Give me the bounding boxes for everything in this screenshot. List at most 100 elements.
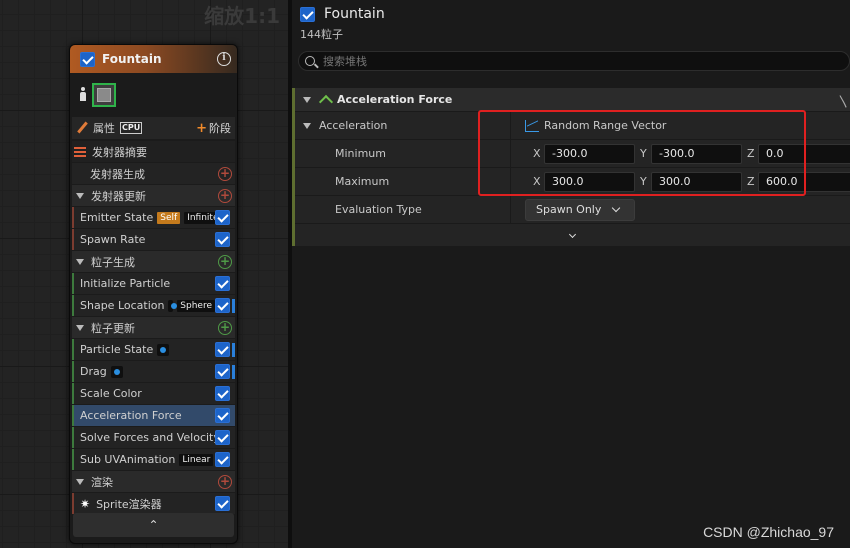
- emitter-thumbnail[interactable]: [92, 83, 116, 107]
- evaluation-type-row: Evaluation Type Spawn Only: [295, 196, 850, 224]
- maximum-z-field[interactable]: [758, 171, 850, 192]
- stage-label: 阶段: [209, 122, 231, 135]
- add-stage-button[interactable]: + 阶段: [196, 120, 231, 136]
- emitter-node[interactable]: Fountain i 属性 CPU + 阶段 发射器摘要 发射器生成 + 发射器更新 + E…: [69, 44, 238, 544]
- module-status-bar: [232, 342, 235, 357]
- expand-triangle-icon[interactable]: [303, 122, 311, 129]
- script-indicator-icon: [157, 343, 170, 356]
- module-sub-uvanimation[interactable]: Sub UVAnimation Linear: [72, 449, 235, 470]
- collapse-node-button[interactable]: ⌃: [73, 513, 234, 537]
- y-axis-label: Y: [640, 175, 647, 188]
- chevron-down-icon: [612, 203, 621, 213]
- stack-group-2[interactable]: 发射器更新 +: [72, 185, 235, 206]
- stack-row-label: 发射器摘要: [92, 145, 147, 159]
- emitter-node-header[interactable]: Fountain i: [70, 45, 237, 73]
- module-status-bar: [232, 453, 235, 467]
- module-enable-checkbox[interactable]: [215, 276, 230, 291]
- minimum-z-field[interactable]: [758, 143, 850, 164]
- add-module-icon[interactable]: +: [218, 188, 232, 203]
- stack-group-1[interactable]: 发射器生成 +: [72, 163, 235, 184]
- module-enable-checkbox[interactable]: [215, 386, 230, 401]
- collapse-triangle-icon[interactable]: [76, 324, 84, 331]
- stack-search-box[interactable]: [298, 51, 850, 71]
- module-acceleration-force[interactable]: Acceleration Force: [72, 405, 235, 426]
- stack-row-label: Drag: [80, 365, 107, 378]
- add-module-icon[interactable]: +: [218, 254, 232, 269]
- script-indicator-icon: [110, 365, 123, 378]
- module-enable-checkbox[interactable]: [215, 452, 230, 467]
- evaluation-type-label: Evaluation Type: [335, 203, 422, 216]
- collapse-triangle-icon[interactable]: [303, 96, 311, 103]
- module-particle-state[interactable]: Particle State: [72, 339, 235, 360]
- add-module-icon[interactable]: +: [218, 320, 232, 335]
- acceleration-label: Acceleration: [319, 119, 388, 132]
- module-shape-location[interactable]: Shape Location Sphere: [72, 295, 235, 316]
- dynamic-input-icon: [525, 119, 539, 132]
- emitter-enable-checkbox[interactable]: [80, 51, 95, 67]
- acceleration-row[interactable]: Acceleration Random Range Vector: [295, 112, 850, 140]
- collapse-triangle-icon[interactable]: [76, 478, 84, 485]
- module-section-title: Acceleration Force: [337, 93, 453, 106]
- module-enable-checkbox[interactable]: [215, 342, 230, 357]
- stack-rows: 发射器摘要发射器生成 + 发射器更新 + Emitter State Self Infini…: [72, 141, 235, 514]
- module-solve-forces-and-velocity[interactable]: Solve Forces and Velocity: [72, 427, 235, 448]
- stack-row-label: Emitter State: [80, 211, 154, 224]
- stack-group-8[interactable]: 粒子更新 +: [72, 317, 235, 338]
- emitter-stack: 属性 CPU + 阶段 发射器摘要 发射器生成 + 发射器更新 + Emitter Stat…: [70, 117, 237, 514]
- add-module-icon[interactable]: +: [218, 166, 232, 181]
- sprite-renderer-icon: ✷: [80, 496, 91, 511]
- stack-group-15[interactable]: 渲染 +: [72, 471, 235, 492]
- collapse-triangle-icon[interactable]: [76, 258, 84, 265]
- maximum-x-field[interactable]: [544, 171, 635, 192]
- script-indicator-icon: [168, 299, 178, 312]
- list-icon: [74, 146, 86, 157]
- module-enable-checkbox[interactable]: [215, 232, 230, 247]
- minimum-label: Minimum: [335, 147, 386, 160]
- person-icon[interactable]: [78, 87, 88, 103]
- module-spawn-rate[interactable]: Spawn Rate: [72, 229, 235, 250]
- module-emitter-state[interactable]: Emitter StateSelfInfinite: [72, 207, 235, 228]
- x-axis-label: X: [533, 147, 541, 160]
- module-enable-checkbox[interactable]: [215, 364, 230, 379]
- info-icon[interactable]: i: [217, 52, 231, 66]
- details-enable-checkbox[interactable]: [300, 6, 315, 22]
- add-module-icon[interactable]: +: [218, 474, 232, 489]
- module-drag[interactable]: Drag: [72, 361, 235, 382]
- show-advanced-row[interactable]: [295, 224, 850, 244]
- module-enable-checkbox[interactable]: [215, 210, 230, 225]
- module-scale-color[interactable]: Scale Color: [72, 383, 235, 404]
- stack-group-5[interactable]: 粒子生成 +: [72, 251, 235, 272]
- module-enable-checkbox[interactable]: [215, 430, 230, 445]
- stack-search-input[interactable]: [323, 54, 723, 68]
- module-enable-checkbox[interactable]: [215, 408, 230, 423]
- module-status-bar: [232, 409, 235, 423]
- watermark: CSDN @Zhichao_97: [703, 524, 834, 540]
- module-enable-checkbox[interactable]: [215, 298, 230, 313]
- z-axis-label: Z: [747, 147, 755, 160]
- collapse-triangle-icon[interactable]: [76, 192, 84, 199]
- properties-row[interactable]: 属性 CPU + 阶段: [72, 117, 235, 139]
- x-axis-label: X: [533, 175, 541, 188]
- selection-details-panel: Fountain 144粒子 Acceleration Force 〵 Acce…: [292, 0, 850, 548]
- particle-count: 144粒子: [300, 28, 343, 41]
- module-status-bar: [232, 233, 235, 247]
- chevron-down-icon[interactable]: [568, 230, 577, 238]
- emitter-thumbnails: [70, 73, 237, 117]
- module-enable-checkbox[interactable]: [215, 496, 230, 511]
- stack-row-label: Initialize Particle: [80, 277, 171, 290]
- minimum-y-field[interactable]: [651, 143, 742, 164]
- minimum-x-field[interactable]: [544, 143, 635, 164]
- acceleration-mode-selector[interactable]: Random Range Vector: [525, 119, 666, 132]
- properties-label: 属性: [93, 122, 115, 135]
- maximum-y-field[interactable]: [651, 171, 742, 192]
- module-sprite[interactable]: ✷ Sprite渲染器: [72, 493, 235, 514]
- evaluation-type-value: Spawn Only: [536, 203, 602, 216]
- minimum-row: Minimum X Y Z: [295, 140, 850, 168]
- module-initialize-particle[interactable]: Initialize Particle: [72, 273, 235, 294]
- pencil-icon: [76, 122, 88, 134]
- module-menu-icon[interactable]: 〵: [837, 92, 850, 111]
- module-section-header[interactable]: Acceleration Force 〵: [295, 88, 850, 112]
- emitter-summary-row[interactable]: 发射器摘要: [72, 141, 235, 162]
- evaluation-type-dropdown[interactable]: Spawn Only: [525, 198, 635, 221]
- graph-canvas[interactable]: 缩放1:1 Fountain i 属性 CPU + 阶段 发射器摘要 发射器生成 + 发…: [0, 0, 288, 548]
